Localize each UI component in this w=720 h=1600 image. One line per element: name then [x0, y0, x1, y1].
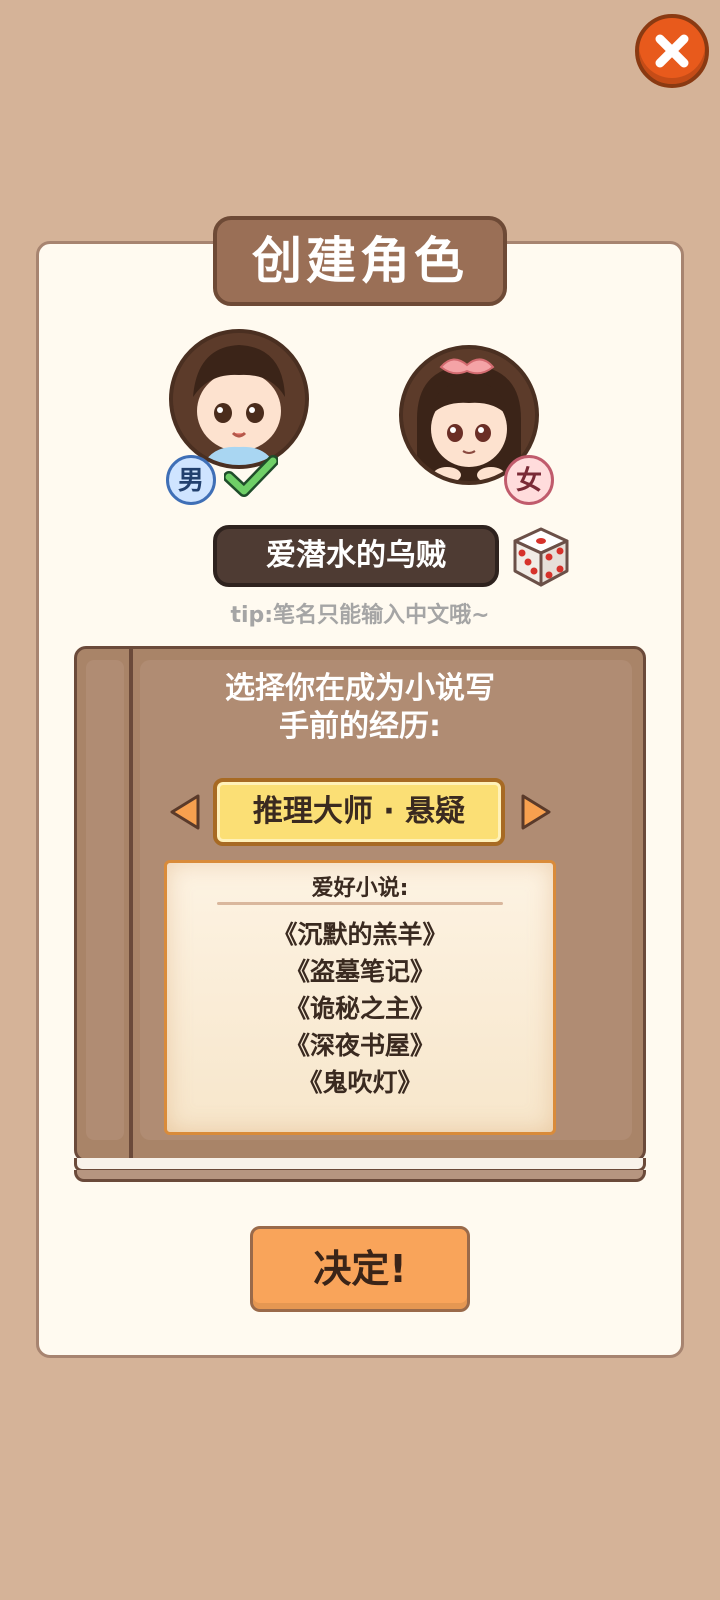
pen-name-input[interactable]: 爱潜水的乌贼	[213, 525, 499, 587]
avatar-male[interactable]	[169, 329, 309, 469]
book-left-page	[86, 660, 124, 1140]
close-icon	[655, 34, 689, 68]
novel-list: 《沉默的羔羊》 《盗墓笔记》 《诡秘之主》 《深夜书屋》 《鬼吹灯》	[164, 916, 556, 1101]
experience-question: 选择你在成为小说写 手前的经历:	[130, 670, 590, 746]
novel-item: 《深夜书屋》	[284, 1031, 435, 1060]
close-button[interactable]	[635, 14, 709, 88]
check-icon	[224, 455, 278, 497]
book-cover-edge	[74, 1170, 646, 1182]
random-name-button[interactable]	[507, 523, 573, 589]
female-gender-badge[interactable]: 女	[504, 455, 554, 505]
prev-experience-button[interactable]	[168, 792, 202, 832]
novel-item: 《沉默的羔羊》	[272, 920, 448, 949]
question-line-2: 手前的经历:	[279, 709, 441, 744]
favorites-heading: 爱好小说:	[311, 876, 409, 901]
question-line-1: 选择你在成为小说写	[225, 671, 495, 706]
arrow-left-icon	[170, 794, 200, 830]
arrow-right-icon	[521, 794, 551, 830]
next-experience-button[interactable]	[519, 792, 553, 832]
experience-selector[interactable]: 推理大师 · 悬疑	[213, 778, 505, 846]
novel-item: 《诡秘之主》	[284, 994, 435, 1023]
male-gender-badge[interactable]: 男	[166, 455, 216, 505]
novel-item: 《鬼吹灯》	[297, 1068, 423, 1097]
dice-icon	[513, 527, 569, 587]
card-divider	[217, 902, 503, 905]
page-title: 创建角色	[213, 216, 507, 306]
pen-name-tip: tip:笔名只能输入中文哦~	[230, 603, 490, 628]
male-portrait	[173, 333, 305, 465]
confirm-button[interactable]: 决定!	[250, 1226, 470, 1312]
novel-item: 《盗墓笔记》	[284, 957, 435, 986]
